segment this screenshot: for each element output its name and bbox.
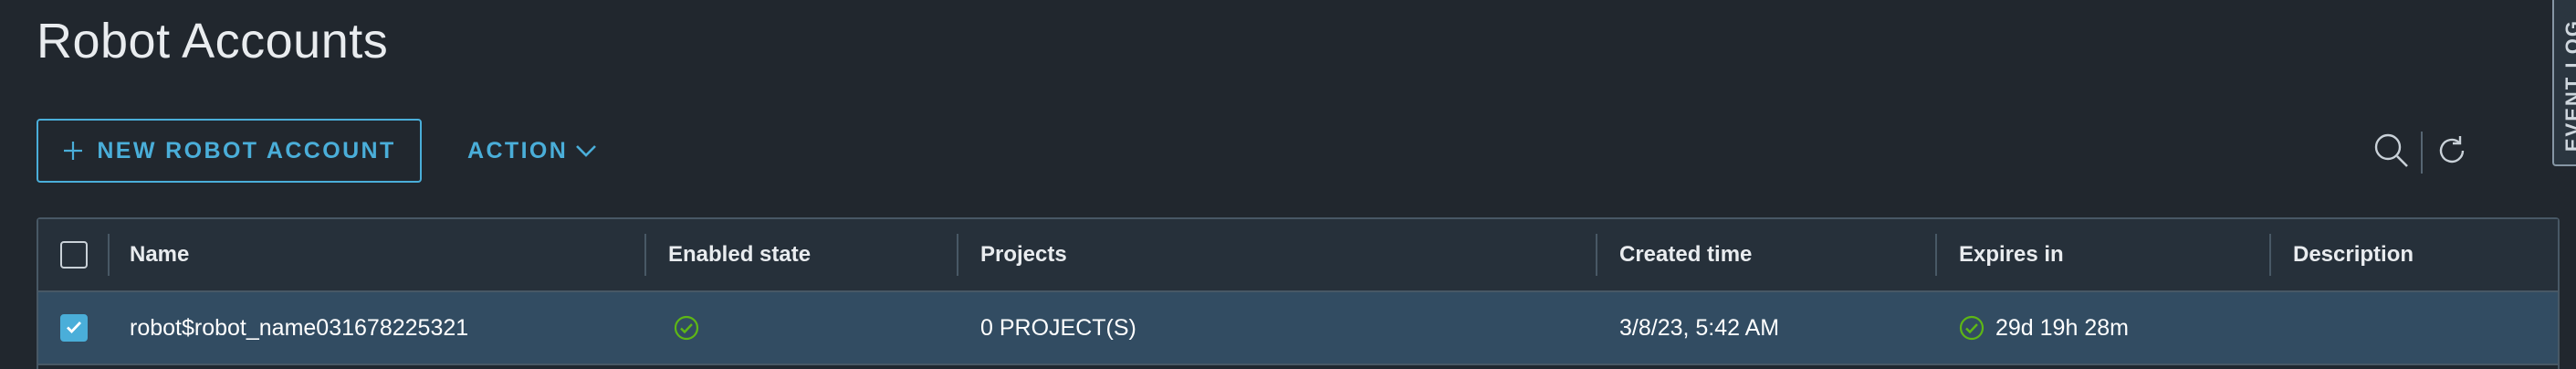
expires-in-value: 29d 19h 28m	[1995, 314, 2129, 341]
column-divider	[957, 234, 958, 276]
row-select-checkbox[interactable]	[60, 314, 88, 342]
check-circle-icon	[674, 292, 699, 364]
plus-icon	[62, 140, 84, 162]
column-divider	[1935, 234, 1937, 276]
column-header-projects[interactable]: Projects	[980, 219, 1067, 290]
expires-in-cell: 29d 19h 28m	[1959, 292, 2129, 364]
event-log-tab[interactable]: EVENT LOG	[2552, 0, 2576, 166]
action-dropdown[interactable]: ACTION	[467, 119, 597, 183]
check-circle-icon	[1959, 315, 1984, 341]
toolbar-divider	[2421, 132, 2423, 174]
column-divider	[644, 234, 646, 276]
grid-toolbar-right	[2373, 130, 2468, 175]
column-divider	[108, 234, 110, 276]
projects-cell[interactable]: 0 PROJECT(S)	[980, 292, 1136, 364]
search-icon[interactable]	[2373, 132, 2410, 174]
column-header-enabled-state[interactable]: Enabled state	[668, 219, 811, 290]
table-header: Name Enabled state Projects Created time…	[38, 219, 2558, 292]
robot-name-cell: robot$robot_name031678225321	[130, 314, 469, 341]
event-log-label: EVENT LOG	[2561, 18, 2576, 152]
new-robot-account-label: NEW ROBOT ACCOUNT	[97, 137, 396, 163]
new-robot-account-button[interactable]: NEW ROBOT ACCOUNT	[37, 119, 422, 183]
table-row[interactable]: robot$robot_name031678225321 0 PROJECT(S…	[38, 292, 2558, 365]
column-header-created-time[interactable]: Created time	[1619, 219, 1752, 290]
column-header-description[interactable]: Description	[2293, 219, 2414, 290]
robot-accounts-table: Name Enabled state Projects Created time…	[37, 217, 2560, 369]
checkmark-icon	[67, 322, 82, 334]
column-header-expires-in[interactable]: Expires in	[1959, 219, 2064, 290]
action-label: ACTION	[467, 137, 569, 163]
chevron-down-icon	[575, 143, 597, 158]
page-title: Robot Accounts	[37, 14, 389, 69]
robot-accounts-page: Robot Accounts NEW ROBOT ACCOUNT ACTION …	[0, 0, 2576, 369]
created-time-cell: 3/8/23, 5:42 AM	[1619, 314, 1780, 341]
column-header-name[interactable]: Name	[130, 219, 189, 290]
column-divider	[1596, 234, 1597, 276]
refresh-icon[interactable]	[2435, 134, 2468, 172]
column-divider	[2269, 234, 2271, 276]
select-all-checkbox[interactable]	[60, 241, 88, 269]
